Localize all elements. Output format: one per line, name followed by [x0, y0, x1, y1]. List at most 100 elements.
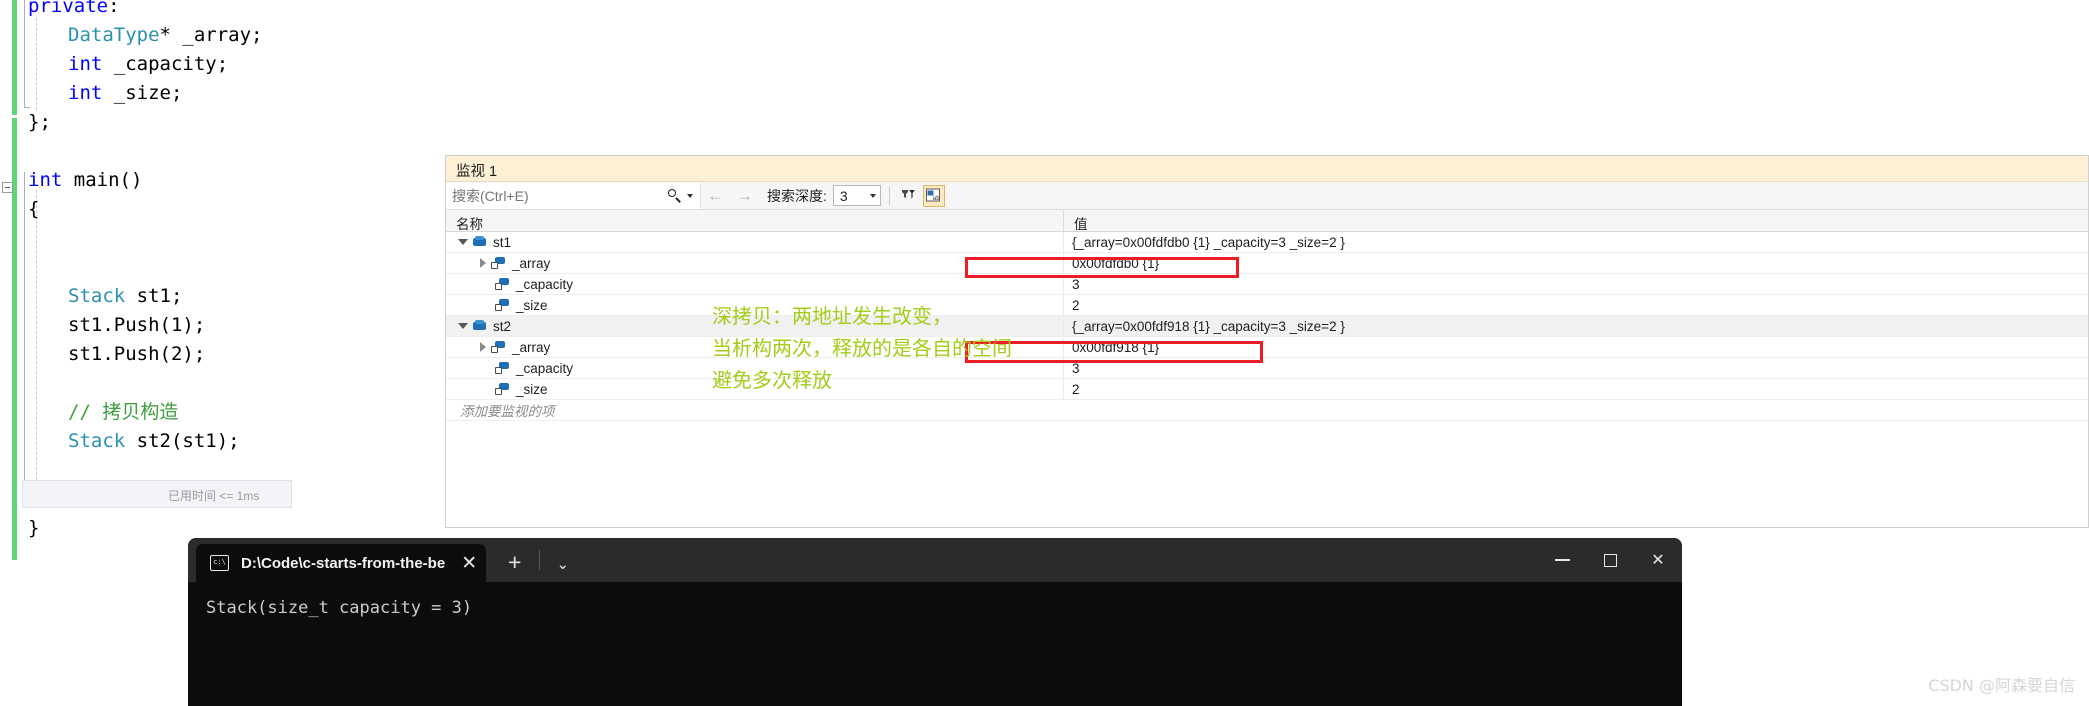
- minimize-button[interactable]: [1538, 538, 1586, 582]
- search-icon[interactable]: [667, 188, 682, 203]
- code-token: int: [68, 53, 103, 75]
- cmd-icon: c:\: [210, 555, 229, 571]
- watch-row-name: _size: [516, 381, 548, 397]
- field-icon: [495, 298, 510, 312]
- close-button[interactable]: ✕: [1634, 538, 1682, 582]
- search-depth-select[interactable]: 3: [832, 185, 881, 206]
- watch-window-title: 监视 1: [446, 156, 2088, 182]
- titlebar-divider: [539, 550, 541, 570]
- watch-row-name-cell[interactable]: _array: [446, 253, 1064, 273]
- field-icon: [495, 361, 510, 375]
- chevron-down-icon[interactable]: ⌄: [556, 557, 569, 572]
- watch-row-value[interactable]: {_array=0x00fdf918 {1} _capacity=3 _size…: [1064, 316, 2088, 336]
- code-token: DataType: [68, 24, 160, 46]
- watch-row-value[interactable]: 2: [1064, 379, 2088, 399]
- console-titlebar[interactable]: c:\ D:\Code\c-starts-from-the-be ✕ + ⌄ ✕: [188, 538, 1682, 582]
- watch-row[interactable]: _size 2: [446, 379, 2088, 400]
- search-options-chevron-icon[interactable]: [687, 193, 693, 198]
- watch-row[interactable]: _array 0x00fdf918 {1}: [446, 337, 2088, 358]
- expand-triangle-closed-icon[interactable]: [480, 342, 486, 352]
- code-token: st1.Push(1);: [68, 314, 206, 336]
- code-token: }: [28, 517, 40, 539]
- watch-row-value[interactable]: 3: [1064, 358, 2088, 378]
- watch-row-name: _size: [516, 297, 548, 313]
- code-token: st1;: [125, 285, 183, 307]
- watch-row[interactable]: _array 0x00fdfdb0 {1}: [446, 253, 2088, 274]
- new-tab-icon[interactable]: +: [508, 551, 521, 574]
- watch-row-value[interactable]: 0x00fdfdb0 {1}: [1064, 253, 2088, 273]
- watch-row-name-cell[interactable]: _capacity: [446, 274, 1064, 294]
- code-line: // 拷贝构造: [0, 398, 460, 427]
- code-line: DataType* _array;: [0, 21, 460, 50]
- close-tab-icon[interactable]: ✕: [461, 554, 477, 573]
- watch-row-value[interactable]: 3: [1064, 274, 2088, 294]
- watch-row[interactable]: st2 {_array=0x00fdf918 {1} _capacity=3 _s…: [446, 316, 2088, 337]
- column-header-name[interactable]: 名称: [446, 210, 1064, 232]
- add-watch-item-row[interactable]: 添加要监视的项: [446, 400, 2088, 421]
- field-icon: [495, 382, 510, 396]
- code-token: _capacity;: [102, 53, 229, 75]
- watch-row[interactable]: _size 2: [446, 295, 2088, 316]
- code-line: int _capacity;: [0, 50, 460, 79]
- search-depth-label: 搜索深度:: [767, 187, 827, 204]
- console-output: Stack(size_t capacity = 3): [206, 598, 473, 618]
- watch-row-name-cell[interactable]: st1: [446, 232, 1064, 252]
- minimize-icon: [1554, 559, 1570, 561]
- console-tab[interactable]: c:\ D:\Code\c-starts-from-the-be ✕: [196, 544, 486, 582]
- code-token: int: [28, 169, 63, 191]
- chevron-down-icon[interactable]: [869, 193, 876, 198]
- search-next-icon[interactable]: →: [736, 187, 753, 204]
- close-icon: ✕: [1651, 552, 1665, 569]
- code-line: st1.Push(2);: [0, 340, 460, 369]
- console-window[interactable]: c:\ D:\Code\c-starts-from-the-be ✕ + ⌄ ✕…: [188, 538, 1682, 706]
- expand-triangle-open-icon[interactable]: [458, 239, 468, 245]
- code-token: st2(st1);: [125, 430, 240, 452]
- window-controls[interactable]: ✕: [1538, 538, 1682, 582]
- watch-grid-header: 名称 值: [446, 210, 2088, 232]
- expand-triangle-closed-icon[interactable]: [480, 258, 486, 268]
- watch-row[interactable]: st1 {_array=0x00fdfdb0 {1} _capacity=3 _s…: [446, 232, 2088, 253]
- code-line: {: [0, 195, 460, 224]
- code-token: Stack: [68, 430, 126, 452]
- code-token: // 拷贝构造: [68, 401, 179, 423]
- code-token: private: [28, 0, 109, 17]
- watch-row-name: _array: [512, 255, 551, 271]
- code-line: };: [0, 108, 460, 137]
- search-input[interactable]: [446, 186, 667, 205]
- elapsed-time-annotation: 已用时间 <= 1ms: [168, 489, 260, 503]
- watch-toolbar[interactable]: ← → 搜索深度: 3 ab: [446, 182, 2088, 210]
- code-token: int: [68, 82, 103, 104]
- watch-row-value[interactable]: {_array=0x00fdfdb0 {1} _capacity=3 _size…: [1064, 232, 2088, 252]
- maximize-button[interactable]: [1586, 538, 1634, 582]
- filter-pin-icon[interactable]: [898, 185, 920, 207]
- search-box[interactable]: [446, 182, 701, 209]
- code-token: main(): [62, 169, 143, 191]
- toolbar-divider: [888, 186, 890, 205]
- code-line: Stack st1;: [0, 282, 460, 311]
- field-icon: [495, 277, 510, 291]
- code-editor[interactable]: private: DataType* _array; int _capacity; i…: [0, 0, 460, 560]
- annotation-note: 深拷贝：两地址发生改变， 当析构两次，释放的是各自的空间 避免多次释放: [712, 304, 1012, 392]
- search-prev-icon[interactable]: ←: [707, 187, 724, 204]
- code-line: private:: [0, 0, 460, 21]
- code-line: int main(): [0, 166, 460, 195]
- object-icon: [473, 236, 487, 248]
- watch-window[interactable]: 监视 1 ← → 搜索深度: 3 ab 名称: [445, 155, 2089, 528]
- watch-row-name: _capacity: [516, 360, 574, 376]
- hex-display-icon[interactable]: ab: [922, 184, 945, 207]
- column-header-value[interactable]: 值: [1064, 210, 2088, 232]
- watch-row[interactable]: _capacity 3: [446, 274, 2088, 295]
- watch-row-value[interactable]: 2: [1064, 295, 2088, 315]
- svg-text:ab: ab: [933, 195, 941, 202]
- object-icon: [473, 320, 487, 332]
- expand-triangle-open-icon[interactable]: [458, 323, 468, 329]
- watermark: CSDN @阿森要自信: [1928, 676, 2075, 695]
- watch-row-value[interactable]: 0x00fdf918 {1}: [1064, 337, 2088, 357]
- watch-grid-body[interactable]: st1 {_array=0x00fdfdb0 {1} _capacity=3 _s…: [446, 232, 2088, 400]
- watch-row[interactable]: _capacity 3: [446, 358, 2088, 379]
- code-token: :: [108, 0, 120, 17]
